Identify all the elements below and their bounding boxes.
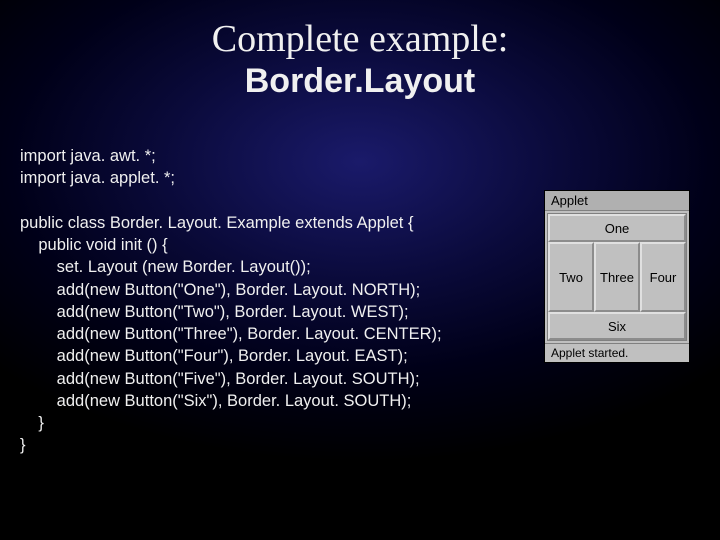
slide: Complete example: Border.Layout import j… (0, 0, 720, 540)
button-north[interactable]: One (548, 214, 686, 242)
borderlayout-grid: One Two Three Four Six (547, 213, 687, 341)
button-west[interactable]: Two (548, 242, 594, 312)
code-block: import java. awt. *; import java. applet… (20, 145, 442, 457)
applet-window: Applet One Two Three Four Six Applet sta… (544, 190, 690, 363)
button-east[interactable]: Four (640, 242, 686, 312)
applet-titlebar: Applet (545, 191, 689, 211)
button-south[interactable]: Six (548, 312, 686, 340)
button-center[interactable]: Three (594, 242, 640, 312)
title-line1: Complete example: (0, 18, 720, 62)
applet-status: Applet started. (545, 343, 689, 362)
title-line2: Border.Layout (0, 62, 720, 101)
slide-title: Complete example: Border.Layout (0, 0, 720, 101)
